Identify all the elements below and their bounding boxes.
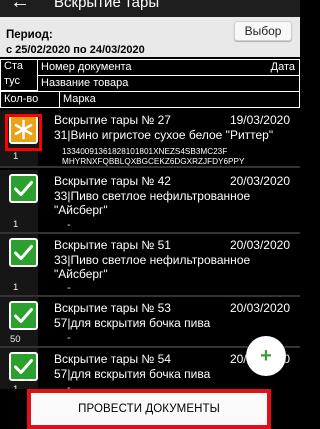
item-qty: 1	[13, 282, 19, 293]
product-name-column-header: Название товара	[37, 75, 300, 92]
checkmark-icon	[9, 238, 38, 267]
checkmark-icon	[9, 301, 38, 330]
qty-column-header: Кол-во	[0, 91, 60, 108]
item-qty: 50	[10, 334, 21, 345]
checkmark-icon	[9, 174, 38, 203]
app-bar: ← Вскрытие тары	[0, 0, 300, 17]
selection-highlight	[5, 114, 42, 151]
item-doc-number: Вскрытие тары № 27	[54, 113, 171, 127]
divider	[0, 166, 300, 168]
item-product: 33|Пиво светлое нефильтрованное "Айсберг…	[54, 253, 251, 281]
item-doc-number: Вскрытие тары № 51	[54, 238, 171, 252]
item-brand: -	[67, 282, 71, 294]
item-date: 20/03/2020	[229, 174, 290, 188]
doc-number-header-label: Номер документа	[41, 61, 132, 73]
submit-documents-button[interactable]: ПРОВЕСТИ ДОКУМЕНТЫ	[27, 389, 271, 429]
checkmark-icon	[9, 352, 38, 381]
status-column-header: Ста тус	[0, 59, 38, 91]
list-item[interactable]: 1 Вскрытие тары № 51 20/03/2020 33|Пиво …	[0, 234, 300, 297]
item-brand: -	[67, 382, 71, 389]
item-date: 19/03/2020	[229, 113, 290, 127]
status-header-line2: тус	[4, 75, 21, 87]
select-period-button[interactable]: Выбор	[234, 21, 292, 41]
doc-number-column-header: Номер документа Дата	[37, 59, 300, 76]
arrow-back-icon[interactable]: ←	[10, 0, 30, 12]
item-date: 20/03/2020	[229, 238, 290, 252]
item-product: 57|для вскрытия бочка пива	[54, 316, 211, 330]
item-product: 33|Пиво светлое нефильтрованное "Айсберг…	[54, 189, 251, 217]
plus-icon: +	[260, 345, 272, 367]
item-doc-number: Вскрытие тары № 42	[54, 174, 171, 188]
status-header-line1: Ста	[4, 60, 23, 72]
item-brand: -	[67, 332, 71, 344]
period-range: с 25/02/2020 по 24/03/2020	[6, 44, 145, 56]
list-item[interactable]: 1 Вскрытие тары № 27 19/03/2020 31|Вино …	[0, 110, 300, 168]
date-header-label: Дата	[270, 61, 295, 73]
brand-column-header: Марка	[59, 91, 300, 108]
item-qty: 1	[13, 151, 19, 162]
item-qty: 1	[13, 219, 19, 230]
column-headers: Ста тус Номер документа Дата Название то…	[0, 59, 300, 108]
item-product: 31|Вино игристое сухое белое "Риттер"	[54, 128, 274, 142]
period-header: Период: с 25/02/2020 по 24/03/2020 Выбор	[0, 17, 300, 57]
period-label: Период:	[6, 29, 53, 41]
bottom-bar: ПРОВЕСТИ ДОКУМЕНТЫ	[0, 389, 300, 429]
list-item[interactable]: 1 Вскрытие тары № 42 20/03/2020 33|Пиво …	[0, 170, 300, 234]
page-title: Вскрытие тары	[54, 0, 160, 11]
item-doc-number: Вскрытие тары № 53	[54, 301, 171, 315]
item-doc-number: Вскрытие тары № 54	[54, 352, 171, 366]
item-date: 20/03/2020	[229, 301, 290, 315]
add-document-button[interactable]: +	[246, 336, 286, 376]
item-brand: -	[67, 219, 71, 231]
